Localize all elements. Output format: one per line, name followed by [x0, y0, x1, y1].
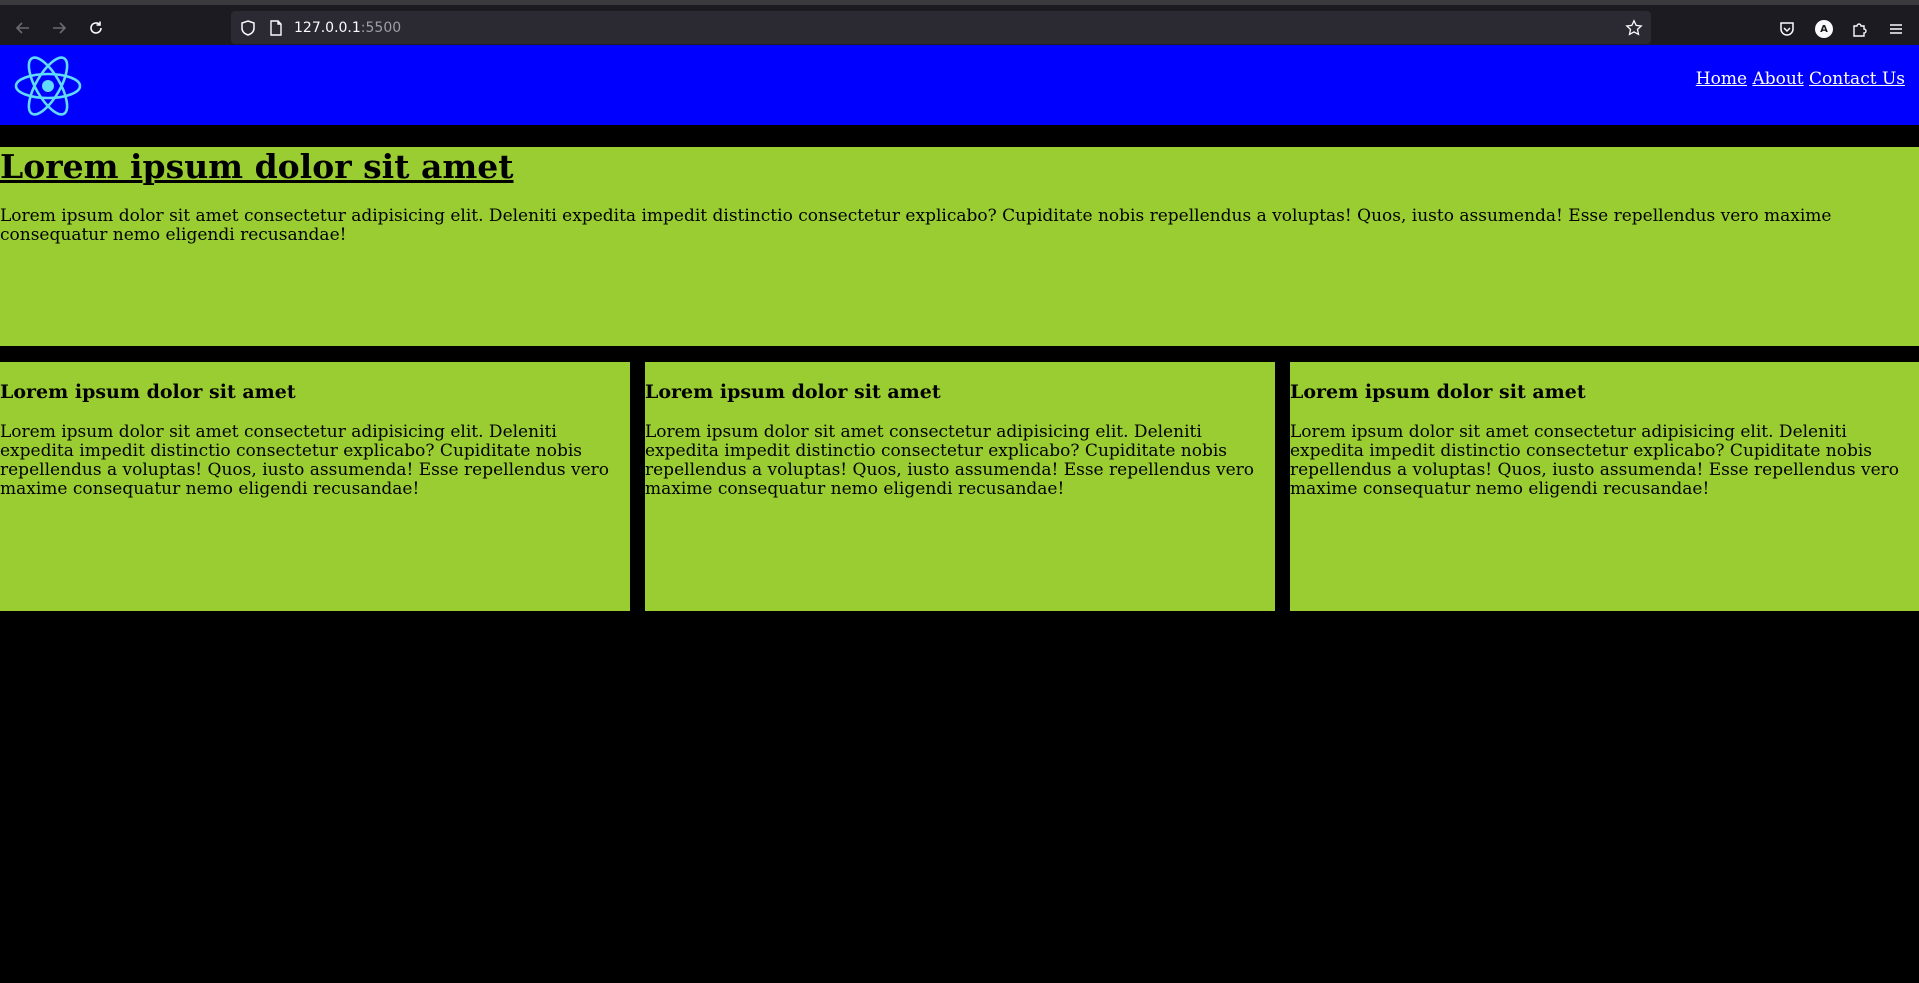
url-bar[interactable]: 127.0.0.1:5500 — [231, 11, 1651, 44]
account-avatar: A — [1815, 20, 1833, 38]
hero-section: Lorem ipsum dolor sit amet Lorem ipsum d… — [0, 147, 1919, 346]
bookmark-star-icon[interactable] — [1625, 19, 1643, 37]
shield-icon[interactable] — [239, 19, 257, 37]
card-title: Lorem ipsum dolor sit amet — [645, 381, 941, 403]
site-header: Home About Contact Us — [0, 45, 1919, 125]
back-arrow-icon — [15, 22, 29, 34]
reload-icon — [90, 21, 102, 34]
nav-link-about[interactable]: About — [1752, 69, 1803, 89]
puzzle-icon — [1853, 23, 1867, 37]
page-icon — [270, 20, 282, 36]
account-button[interactable]: A — [1814, 19, 1834, 39]
browser-toolbar: 127.0.0.1:5500 A — [0, 0, 1919, 45]
hero-text: Lorem ipsum dolor sit amet consectetur a… — [0, 206, 1832, 245]
main-nav: Home About Contact Us — [1696, 69, 1905, 89]
back-button[interactable] — [8, 13, 38, 43]
forward-button[interactable] — [44, 13, 74, 43]
menu-button[interactable] — [1886, 19, 1906, 39]
pocket-icon — [1780, 22, 1794, 36]
card-title: Lorem ipsum dolor sit amet — [0, 381, 296, 403]
extensions-button[interactable] — [1850, 19, 1870, 39]
nav-link-home[interactable]: Home — [1696, 69, 1747, 89]
hero-title: Lorem ipsum dolor sit amet — [0, 147, 514, 186]
hamburger-menu-icon — [1890, 24, 1902, 34]
nav-link-contact-us[interactable]: Contact Us — [1809, 69, 1905, 89]
card-text: Lorem ipsum dolor sit amet consectetur a… — [1290, 422, 1900, 499]
react-atom-logo-icon[interactable] — [13, 54, 83, 118]
url-text[interactable]: 127.0.0.1:5500 — [294, 20, 401, 36]
forward-arrow-icon — [53, 22, 67, 34]
pocket-button[interactable] — [1777, 19, 1797, 39]
card-2: Lorem ipsum dolor sit amet Lorem ipsum d… — [645, 362, 1275, 611]
card-text: Lorem ipsum dolor sit amet consectetur a… — [645, 422, 1255, 499]
card-title: Lorem ipsum dolor sit amet — [1290, 381, 1586, 403]
reload-button[interactable] — [81, 13, 111, 43]
card-1: Lorem ipsum dolor sit amet Lorem ipsum d… — [0, 362, 630, 611]
card-3: Lorem ipsum dolor sit amet Lorem ipsum d… — [1290, 362, 1919, 611]
card-text: Lorem ipsum dolor sit amet consectetur a… — [0, 422, 610, 499]
